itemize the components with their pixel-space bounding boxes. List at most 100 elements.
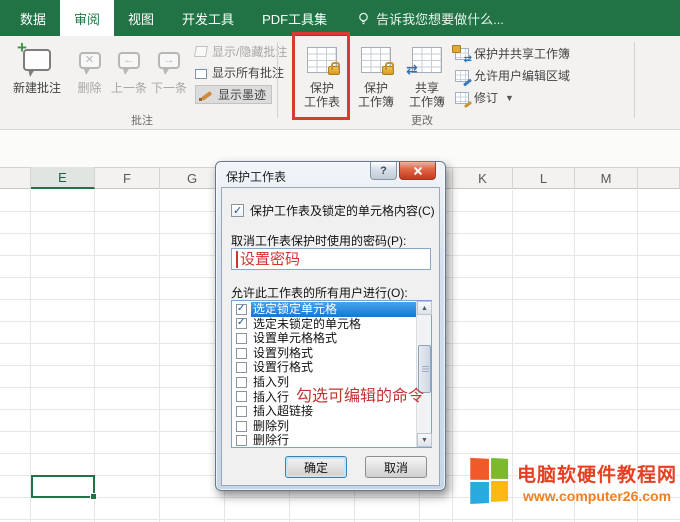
tab-pdf-tools[interactable]: PDF工具集 — [248, 0, 341, 36]
protect-and-share-button[interactable]: 保护并共享工作簿 — [455, 44, 570, 63]
column-header-partial[interactable] — [638, 167, 680, 189]
list-item-label: 插入超链接 — [251, 404, 416, 419]
watermark: 电脑软硬件教程网 www.computer26.com — [472, 459, 677, 505]
ok-button[interactable]: 确定 — [285, 456, 347, 478]
previous-comment-icon: ← — [118, 52, 140, 69]
checkbox-icon[interactable] — [236, 333, 247, 344]
column-header-M[interactable]: M — [575, 167, 638, 189]
comments-group-label: 批注 — [112, 112, 172, 128]
protect-workbook-label-line1: 保护 — [364, 81, 388, 95]
list-item-label: 删除列 — [251, 419, 416, 434]
protect-and-share-icon — [455, 48, 469, 60]
checkbox-icon[interactable] — [236, 435, 247, 446]
scroll-up-icon[interactable]: ▲ — [417, 301, 432, 315]
list-item[interactable]: 设置单元格格式 — [233, 331, 416, 346]
scrollbar[interactable]: ▲ ▼ — [416, 301, 431, 447]
red-annotation-text: 勾选可编辑的命令 — [296, 382, 424, 406]
tell-me-box[interactable]: 告诉我您想要做什么... — [357, 0, 504, 36]
column-header-L[interactable]: L — [513, 167, 575, 189]
protect-workbook-button[interactable]: 保护 工作簿 — [352, 40, 400, 120]
checkbox-icon[interactable] — [236, 421, 247, 432]
password-annotation-text: 设置密码 — [236, 251, 300, 268]
windows-flag-logo — [470, 457, 510, 508]
allow-users-edit-icon — [455, 70, 469, 82]
protect-workbook-label-line2: 工作簿 — [358, 95, 394, 109]
scroll-down-icon[interactable]: ▼ — [417, 433, 432, 447]
checkbox-icon[interactable] — [236, 348, 247, 359]
list-item[interactable]: 插入超链接 — [233, 404, 416, 419]
permissions-listbox[interactable]: 选定锁定单元格 选定未锁定的单元格 设置单元格格式 设置列格式 设置行格式 插入… — [231, 300, 432, 448]
checkbox-icon[interactable] — [236, 406, 247, 417]
ribbon-tab-bar: 数据 审阅 视图 开发工具 PDF工具集 告诉我您想要做什么... — [0, 0, 680, 36]
checkbox-icon[interactable] — [236, 362, 247, 373]
list-item[interactable]: 设置列格式 — [233, 346, 416, 361]
protect-contents-checkbox-label: 保护工作表及锁定的单元格内容(C) — [250, 202, 435, 219]
cancel-button[interactable]: 取消 — [365, 456, 427, 478]
next-comment-icon: → — [158, 52, 180, 69]
checkbox-icon[interactable] — [231, 204, 244, 217]
allow-users-edit-button[interactable]: 允许用户编辑区域 — [455, 66, 570, 85]
show-all-comments-label: 显示所有批注 — [212, 64, 284, 81]
tab-review[interactable]: 审阅 — [60, 0, 114, 36]
show-ink-button[interactable]: 显示墨迹 — [195, 85, 272, 104]
protect-contents-checkbox-row[interactable]: 保护工作表及锁定的单元格内容(C) — [231, 202, 435, 219]
column-header-partial[interactable] — [0, 167, 31, 189]
share-workbook-button[interactable]: ⇄ 共享 工作簿 — [403, 40, 451, 120]
list-item-label: 设置单元格格式 — [251, 331, 416, 346]
column-header-K[interactable]: K — [453, 167, 513, 189]
show-all-comments-button[interactable]: 显示所有批注 — [195, 63, 284, 82]
checkbox-icon[interactable] — [236, 391, 247, 402]
list-item[interactable]: 删除行 — [233, 433, 416, 448]
show-ink-label: 显示墨迹 — [218, 86, 266, 103]
checkbox-icon[interactable] — [236, 304, 247, 315]
chevron-down-icon: ▼ — [505, 93, 514, 103]
protect-and-share-label: 保护并共享工作簿 — [474, 45, 570, 62]
list-item[interactable]: 删除列 — [233, 419, 416, 434]
track-changes-button[interactable]: 修订 ▼ — [455, 88, 514, 107]
tab-developer[interactable]: 开发工具 — [168, 0, 248, 36]
tab-view[interactable]: 视图 — [114, 0, 168, 36]
help-icon: ? — [380, 165, 387, 177]
help-button[interactable]: ? — [370, 162, 397, 180]
show-all-comments-icon — [195, 69, 207, 79]
new-comment-label: 新建批注 — [13, 81, 61, 95]
watermark-url: www.computer26.com — [523, 488, 671, 504]
next-comment-button: → 下一条 — [149, 40, 189, 120]
password-label: 取消工作表保护时使用的密码(P): — [231, 232, 406, 249]
dialog-title: 保护工作表 — [226, 168, 286, 185]
changes-group-label: 更改 — [392, 112, 452, 128]
selected-cell[interactable] — [31, 475, 95, 498]
tell-me-label: 告诉我您想要做什么... — [376, 9, 504, 28]
new-comment-button[interactable]: + 新建批注 — [6, 40, 68, 120]
double-arrow-icon: ⇄ — [406, 62, 418, 76]
close-button[interactable] — [399, 162, 436, 180]
group-separator — [277, 42, 278, 118]
list-item-label: 删除行 — [251, 433, 416, 448]
group-separator — [634, 42, 635, 118]
checkbox-icon[interactable] — [236, 377, 247, 388]
share-workbook-icon: ⇄ — [412, 47, 442, 73]
close-icon — [413, 166, 423, 176]
allow-users-label: 允许此工作表的所有用户进行(O): — [231, 284, 408, 301]
next-comment-label: 下一条 — [151, 81, 187, 95]
tab-data[interactable]: 数据 — [6, 0, 60, 36]
track-changes-icon — [455, 92, 469, 104]
show-hide-comments-button: 显示/隐藏批注 — [195, 42, 287, 61]
previous-comment-button: ← 上一条 — [110, 40, 148, 120]
lock-icon — [382, 66, 394, 75]
list-item-label: 选定锁定单元格 — [251, 302, 416, 317]
share-workbook-label-line1: 共享 — [415, 81, 439, 95]
checkbox-icon[interactable] — [236, 318, 247, 329]
delete-comment-icon: ✕ — [79, 52, 101, 69]
list-item[interactable]: 设置行格式 — [233, 360, 416, 375]
allow-users-edit-label: 允许用户编辑区域 — [474, 67, 570, 84]
column-header-F[interactable]: F — [95, 167, 160, 189]
list-item[interactable]: 选定未锁定的单元格 — [233, 317, 416, 332]
lightbulb-icon — [357, 12, 370, 25]
dialog-body: 保护工作表及锁定的单元格内容(C) 取消工作表保护时使用的密码(P): 设置密码… — [221, 187, 440, 486]
dialog-title-bar[interactable]: 保护工作表 ? — [216, 162, 445, 187]
share-workbook-label-line2: 工作簿 — [409, 95, 445, 109]
column-header-E[interactable]: E — [31, 167, 95, 189]
password-input[interactable]: 设置密码 — [231, 248, 431, 270]
list-item[interactable]: 选定锁定单元格 — [233, 302, 416, 317]
